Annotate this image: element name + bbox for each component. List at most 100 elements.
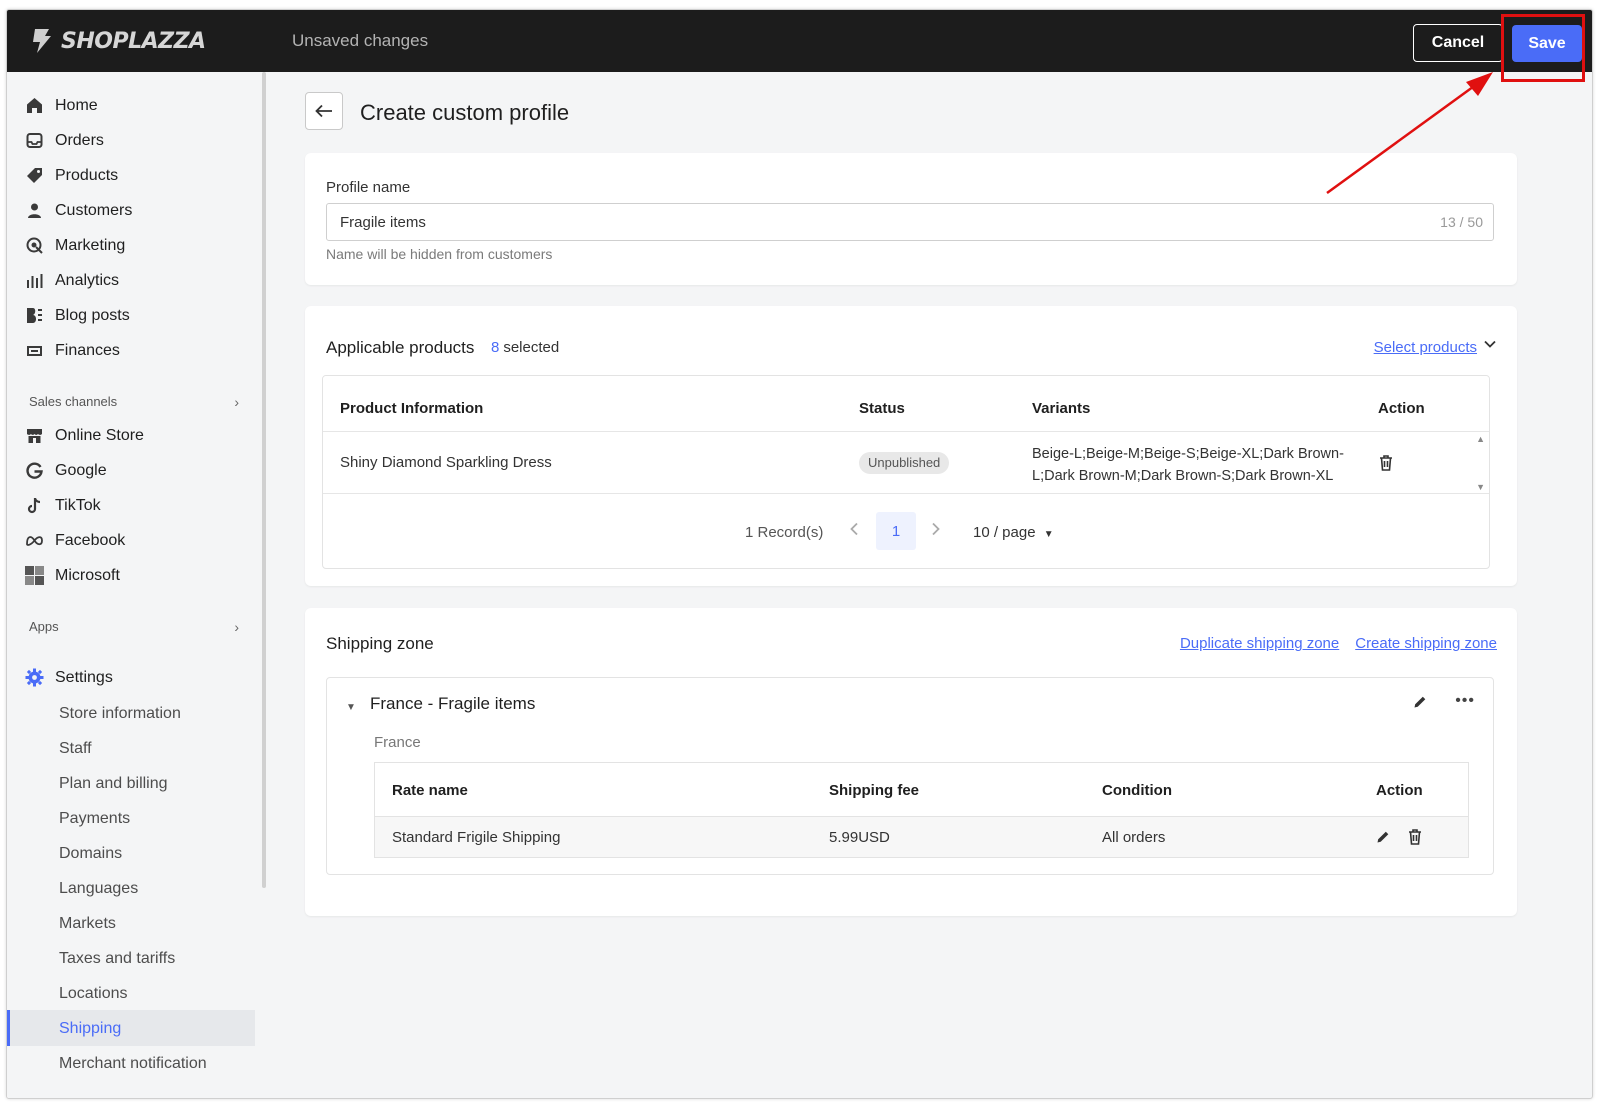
microsoft-icon xyxy=(25,566,44,585)
profile-name-help: Name will be hidden from customers xyxy=(326,246,553,262)
sidebar xyxy=(7,72,265,1098)
edit-zone-button[interactable] xyxy=(1413,695,1427,714)
home-icon xyxy=(25,96,44,115)
blog-icon xyxy=(25,306,44,325)
settings-item-languages[interactable]: Languages xyxy=(59,880,138,898)
table-row: Standard Frigile Shipping 5.99USD All or… xyxy=(375,817,1468,857)
settings-item-plan-and-billing[interactable]: Plan and billing xyxy=(59,775,168,793)
sales-channels-section[interactable]: Sales channels › xyxy=(29,394,239,410)
settings-item-taxes-and-tariffs[interactable]: Taxes and tariffs xyxy=(59,950,175,968)
selected-count-suffix: selected xyxy=(503,339,560,356)
column-header-shipping-fee: Shipping fee xyxy=(829,782,919,799)
create-shipping-zone-link[interactable]: Create shipping zone xyxy=(1355,635,1497,652)
prev-page-button[interactable] xyxy=(849,522,859,541)
delete-product-button[interactable] xyxy=(1377,454,1395,472)
sidebar-item-label: Online Store xyxy=(55,426,144,444)
shipping-zone-title: Shipping zone xyxy=(326,634,434,653)
meta-icon xyxy=(25,531,44,550)
product-variants: Beige-L;Beige-M;Beige-S;Beige-XL;Dark Br… xyxy=(1032,446,1344,484)
column-header-action: Action xyxy=(1378,400,1425,417)
sidebar-item-google[interactable]: Google xyxy=(25,461,107,480)
settings-item-domains[interactable]: Domains xyxy=(59,845,122,863)
settings-item-shipping[interactable]: Shipping xyxy=(59,1020,121,1038)
settings-item-locations[interactable]: Locations xyxy=(59,985,128,1003)
column-header-rate-name: Rate name xyxy=(392,782,468,799)
chevron-down-icon[interactable] xyxy=(1483,337,1497,351)
delete-rate-button[interactable] xyxy=(1407,829,1423,845)
trash-icon xyxy=(1380,455,1392,471)
chevron-left-icon xyxy=(850,522,858,536)
sidebar-item-finances[interactable]: Finances xyxy=(25,341,120,360)
cancel-button[interactable]: Cancel xyxy=(1413,24,1503,62)
zone-actions: Duplicate shipping zone Create shipping … xyxy=(1180,635,1497,652)
settings-item-markets[interactable]: Markets xyxy=(59,915,116,933)
inbox-icon xyxy=(25,131,44,150)
duplicate-shipping-zone-link[interactable]: Duplicate shipping zone xyxy=(1180,635,1339,652)
status-badge: Unpublished xyxy=(859,452,950,474)
sidebar-item-label: Microsoft xyxy=(55,566,120,584)
column-header-status: Status xyxy=(859,400,905,417)
zone-name: France - Fragile items xyxy=(370,694,536,713)
page-number-button[interactable]: 1 xyxy=(876,512,916,550)
rates-table-header: Rate name Shipping fee Condition Action xyxy=(375,763,1468,817)
applicable-products-title: Applicable products xyxy=(326,338,475,357)
pencil-icon xyxy=(1414,696,1426,708)
sidebar-item-analytics[interactable]: Analytics xyxy=(25,271,119,290)
page-title: Create custom profile xyxy=(360,100,570,125)
applicable-products-card: Applicable products 8 selected Select pro… xyxy=(305,306,1517,586)
more-options-icon[interactable]: ••• xyxy=(1455,692,1475,710)
profile-name-input[interactable] xyxy=(326,203,1494,241)
sidebar-item-tiktok[interactable]: TikTok xyxy=(25,496,101,515)
products-table: Product Information Status Variants Acti… xyxy=(322,375,1490,569)
caret-down-icon: ▼ xyxy=(1043,529,1054,540)
sidebar-item-settings[interactable]: Settings xyxy=(25,668,113,687)
shipping-zone-card: Shipping zone Duplicate shipping zone Cr… xyxy=(305,608,1517,916)
settings-item-staff[interactable]: Staff xyxy=(59,740,92,758)
sidebar-item-microsoft[interactable]: Microsoft xyxy=(25,566,120,585)
save-button[interactable]: Save xyxy=(1512,25,1582,62)
back-button[interactable] xyxy=(305,92,343,130)
sidebar-item-home[interactable]: Home xyxy=(25,96,98,115)
settings-item-payments[interactable]: Payments xyxy=(59,810,130,828)
store-icon xyxy=(25,426,44,445)
column-header-condition: Condition xyxy=(1102,782,1172,799)
selected-count-number: 8 xyxy=(491,339,500,356)
pencil-icon xyxy=(1377,831,1389,843)
logo-text: SHOPLAZZA xyxy=(61,28,206,54)
settings-item-store-information[interactable]: Store information xyxy=(59,705,181,723)
selected-count: 8 selected xyxy=(491,339,559,356)
apps-section[interactable]: Apps › xyxy=(29,619,239,635)
active-item-indicator xyxy=(7,1010,10,1046)
sidebar-scrollbar[interactable] xyxy=(262,72,266,888)
sidebar-item-label: TikTok xyxy=(55,496,101,514)
gear-icon xyxy=(25,668,44,687)
sidebar-item-blog-posts[interactable]: Blog posts xyxy=(25,306,130,325)
sidebar-item-customers[interactable]: Customers xyxy=(25,201,132,220)
caret-down-icon[interactable]: ▼ xyxy=(346,702,356,713)
sidebar-item-label: Blog posts xyxy=(55,306,130,324)
sidebar-item-facebook[interactable]: Facebook xyxy=(25,531,125,550)
sidebar-item-label: Google xyxy=(55,461,107,479)
sidebar-item-online-store[interactable]: Online Store xyxy=(25,426,144,445)
sidebar-item-label: Settings xyxy=(55,668,113,686)
target-icon xyxy=(25,236,44,255)
shoplazza-logo-icon xyxy=(33,29,51,53)
sidebar-item-orders[interactable]: Orders xyxy=(25,131,104,150)
scroll-up-icon[interactable]: ▲ xyxy=(1476,434,1485,444)
divider xyxy=(323,493,1489,494)
rate-name: Standard Frigile Shipping xyxy=(392,829,561,846)
settings-item-merchant-notification[interactable]: Merchant notification xyxy=(59,1055,207,1073)
tag-icon xyxy=(25,166,44,185)
page-size-select[interactable]: 10 / page ▼ xyxy=(973,524,1054,541)
next-page-button[interactable] xyxy=(931,522,941,541)
sidebar-item-label: Products xyxy=(55,166,119,184)
bar-chart-icon xyxy=(25,271,44,290)
sidebar-item-marketing[interactable]: Marketing xyxy=(25,236,125,255)
sidebar-item-label: Marketing xyxy=(55,236,126,254)
select-products-link[interactable]: Select products xyxy=(1374,339,1477,356)
char-count: 13 / 50 xyxy=(1440,214,1483,230)
edit-rate-button[interactable] xyxy=(1375,829,1391,845)
scroll-down-icon[interactable]: ▼ xyxy=(1476,482,1485,492)
sidebar-item-products[interactable]: Products xyxy=(25,166,118,185)
column-header-action: Action xyxy=(1376,782,1423,799)
